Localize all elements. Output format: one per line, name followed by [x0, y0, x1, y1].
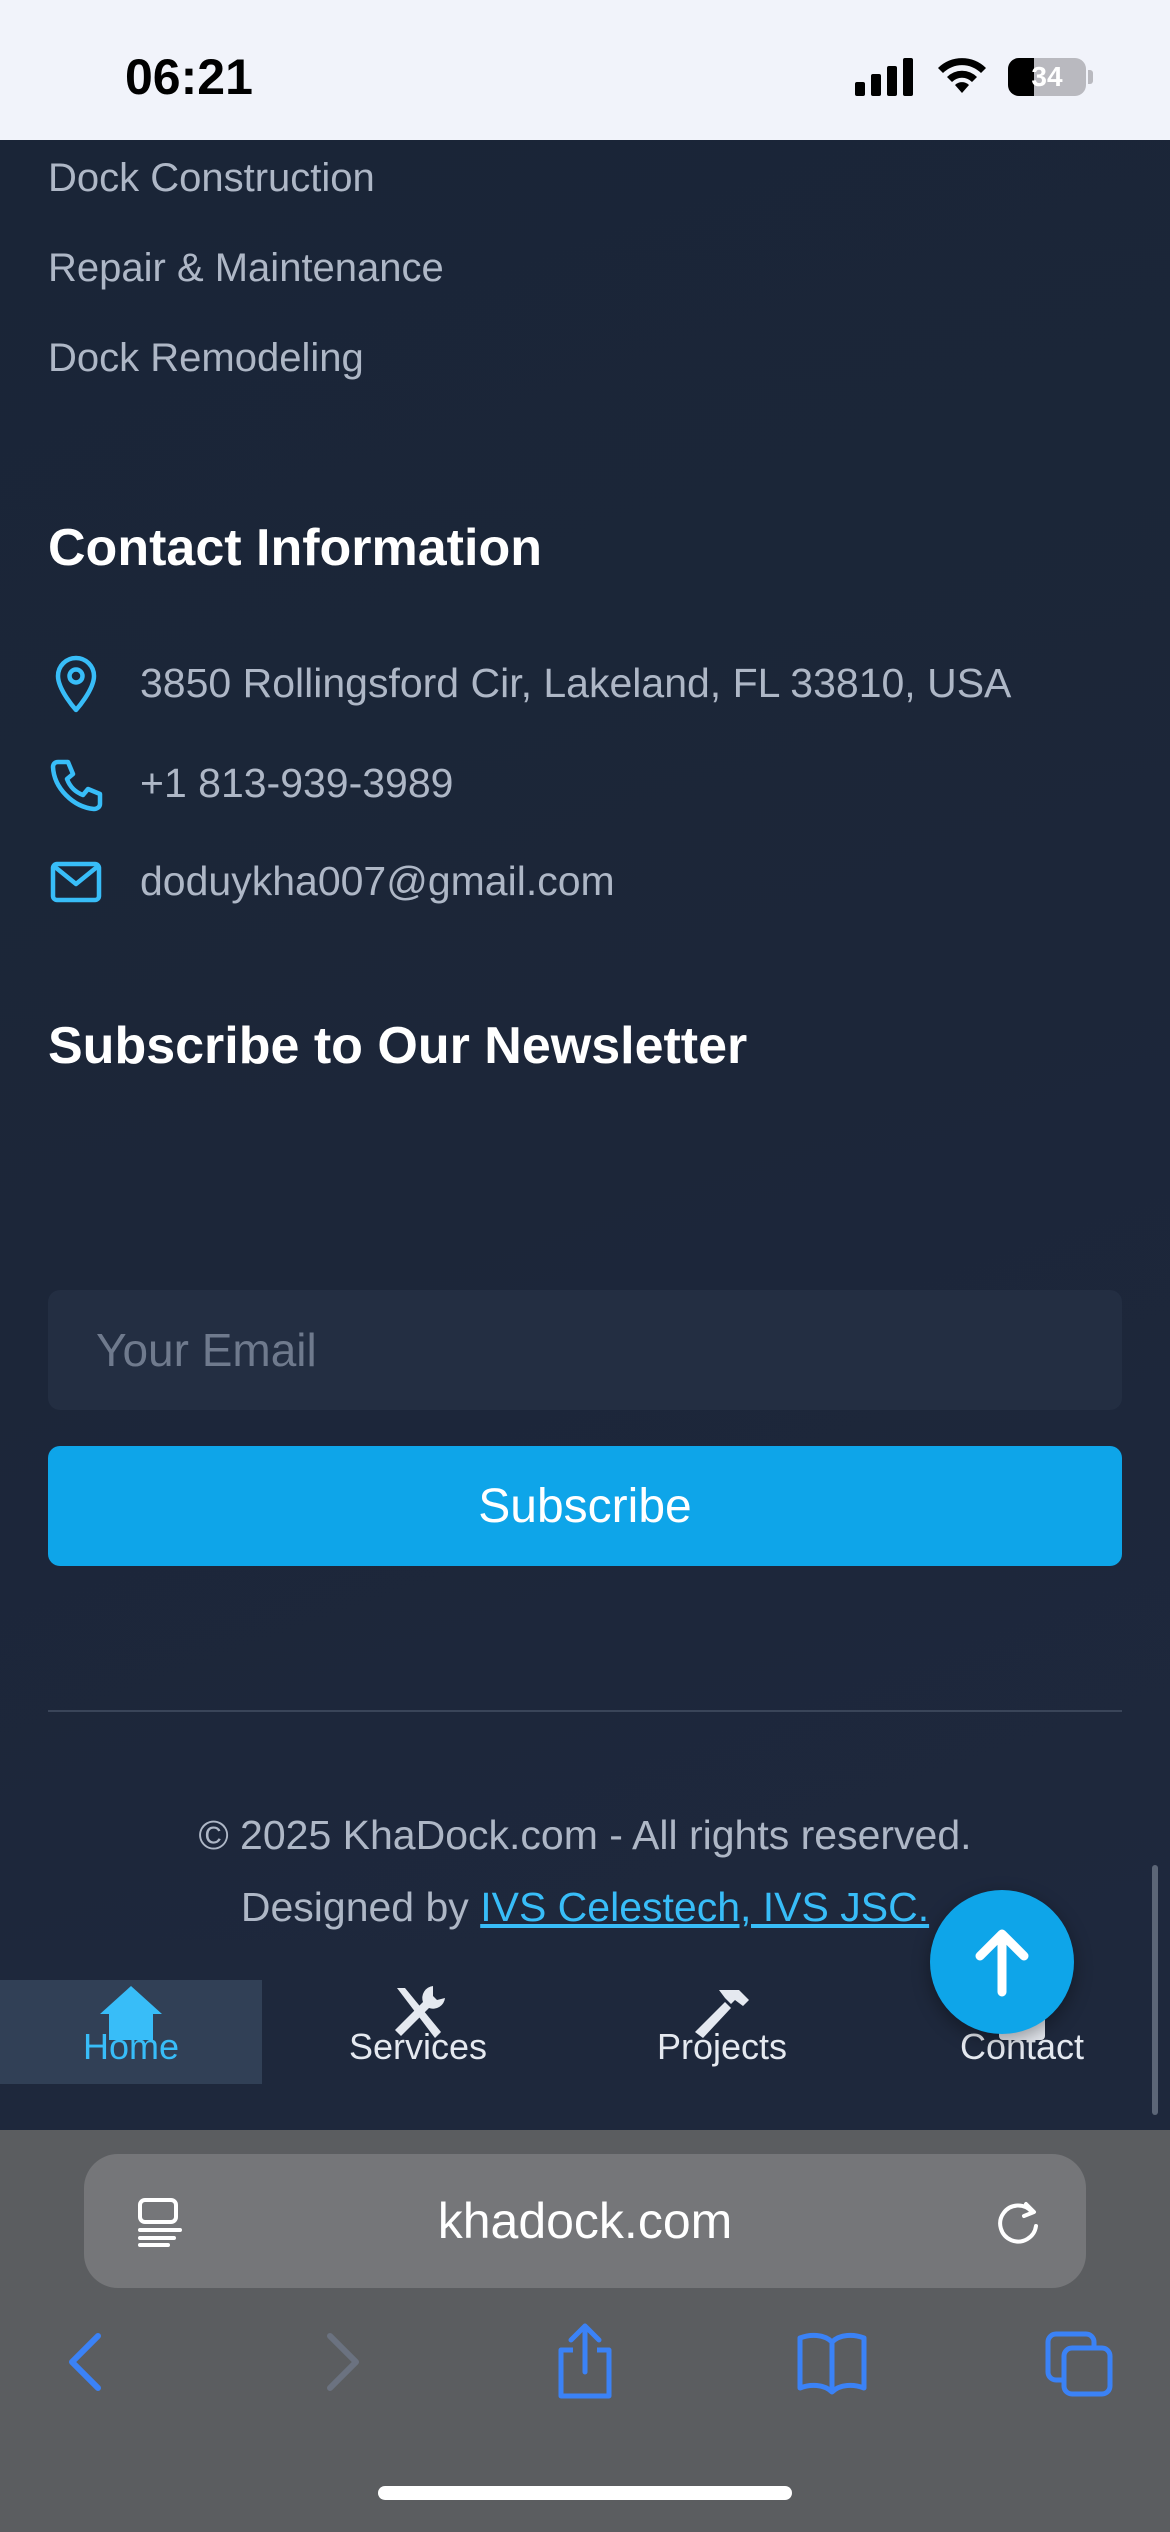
- nav-label-services: Services: [348, 2026, 488, 2067]
- forward-icon[interactable]: [304, 2322, 376, 2402]
- reload-icon[interactable]: [992, 2196, 1044, 2248]
- tabs-icon[interactable]: [1044, 2322, 1116, 2402]
- site-footer: Dock Construction Repair & Maintenance D…: [0, 140, 1170, 1940]
- newsletter-heading: Subscribe to Our Newsletter: [48, 1017, 748, 1075]
- nav-item-services[interactable]: Services: [320, 1980, 516, 2084]
- arrow-up-icon: [975, 1929, 1029, 1997]
- contact-info-heading: Contact Information: [48, 519, 542, 577]
- newsletter-email-input[interactable]: [48, 1290, 1122, 1410]
- status-time: 06:21: [125, 49, 253, 105]
- nav-item-projects[interactable]: Projects: [624, 1980, 820, 2084]
- contact-email[interactable]: doduykha007@gmail.com: [140, 858, 615, 905]
- back-icon[interactable]: [52, 2322, 124, 2402]
- battery-level: 34: [1031, 61, 1063, 92]
- battery-icon: 34: [1008, 58, 1086, 96]
- wifi-icon: [938, 58, 986, 93]
- url-text[interactable]: khadock.com: [84, 2154, 1086, 2288]
- share-icon[interactable]: [549, 2322, 621, 2402]
- footer-link-repair-maintenance[interactable]: Repair & Maintenance: [48, 246, 444, 291]
- nav-label-projects: Projects: [656, 2026, 788, 2067]
- contact-address: 3850 Rollingsford Cir, Lakeland, FL 3381…: [140, 660, 1012, 706]
- browser-toolbar: khadock.com: [0, 2130, 1170, 2532]
- designer-link[interactable]: IVS Celestech, IVS JSC.: [480, 1884, 929, 1930]
- cellular-signal-icon: [855, 58, 915, 96]
- status-bar: 06:21 34: [0, 0, 1170, 140]
- bookmarks-icon[interactable]: [796, 2322, 868, 2402]
- footer-divider: [48, 1710, 1122, 1712]
- copyright-text: © 2025 KhaDock.com - All rights reserved…: [198, 1812, 972, 1858]
- phone-icon: [50, 759, 103, 812]
- mail-icon: [50, 861, 102, 903]
- address-bar[interactable]: khadock.com: [84, 2154, 1086, 2288]
- footer-link-dock-remodeling[interactable]: Dock Remodeling: [48, 336, 364, 381]
- home-indicator: [378, 2486, 792, 2500]
- scroll-to-top-button[interactable]: [930, 1890, 1074, 2034]
- subscribe-button[interactable]: Subscribe: [48, 1446, 1122, 1566]
- map-pin-icon: [55, 655, 97, 713]
- designed-by-prefix: Designed by: [240, 1884, 481, 1930]
- footer-link-dock-construction[interactable]: Dock Construction: [48, 156, 375, 201]
- page-scrollbar[interactable]: [1152, 1865, 1158, 2115]
- nav-item-home[interactable]: Home: [0, 1980, 262, 2084]
- contact-phone[interactable]: +1 813-939-3989: [140, 760, 453, 807]
- nav-label-home: Home: [82, 2026, 180, 2067]
